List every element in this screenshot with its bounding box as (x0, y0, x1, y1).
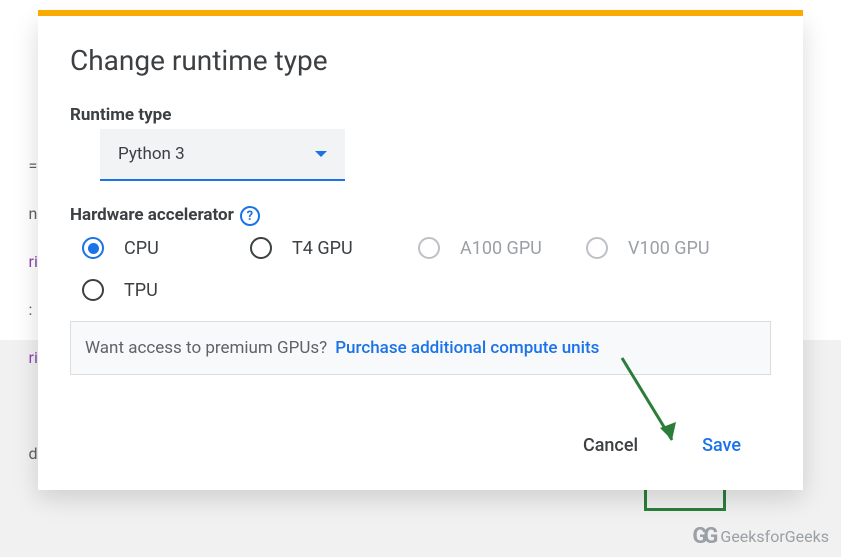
help-icon[interactable]: ? (240, 206, 260, 226)
radio-icon (82, 279, 104, 301)
premium-info-text: Want access to premium GPUs? (85, 338, 327, 358)
hw-radio-group: CPU T4 GPU A100 GPU V100 GPU T (82, 237, 771, 301)
radio-label: T4 GPU (292, 238, 353, 259)
radio-icon (418, 237, 440, 259)
radio-label: A100 GPU (460, 238, 542, 259)
purchase-link[interactable]: Purchase additional compute units (335, 338, 599, 358)
watermark-icon: GG (692, 524, 714, 549)
runtime-type-label: Runtime type (70, 105, 771, 125)
runtime-dropdown[interactable]: Python 3 (100, 129, 345, 181)
radio-icon (250, 237, 272, 259)
runtime-dropdown-value: Python 3 (118, 144, 185, 164)
radio-label: CPU (124, 238, 159, 259)
radio-t4-gpu[interactable]: T4 GPU (250, 237, 410, 259)
save-button[interactable]: Save (684, 425, 759, 466)
runtime-dialog: Change runtime type Runtime type Python … (38, 16, 803, 490)
radio-cpu[interactable]: CPU (82, 237, 242, 259)
watermark: GG GeeksforGeeks (692, 524, 829, 549)
dialog-title: Change runtime type (70, 44, 771, 77)
hw-accelerator-label: Hardware accelerator (70, 205, 234, 225)
radio-icon (586, 237, 608, 259)
radio-label: V100 GPU (628, 238, 710, 259)
cancel-button[interactable]: Cancel (565, 425, 656, 466)
premium-info-box: Want access to premium GPUs? Purchase ad… (70, 321, 771, 375)
radio-icon (82, 237, 104, 259)
radio-a100-gpu: A100 GPU (418, 237, 578, 259)
radio-tpu[interactable]: TPU (82, 279, 242, 301)
watermark-text: GeeksforGeeks (720, 527, 829, 546)
chevron-down-icon (315, 151, 327, 157)
radio-v100-gpu: V100 GPU (586, 237, 746, 259)
dialog-top-accent (38, 10, 803, 16)
radio-label: TPU (124, 280, 158, 301)
